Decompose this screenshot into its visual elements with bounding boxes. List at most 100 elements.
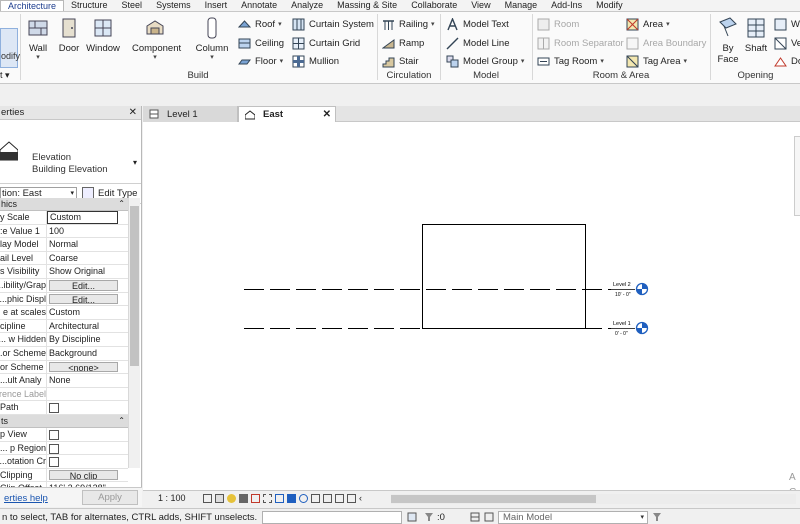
level-1-name[interactable]: Level 1 — [613, 321, 631, 327]
design-options-2-icon[interactable] — [484, 512, 494, 522]
properties-help-link[interactable]: erties help — [4, 493, 48, 504]
drawing-canvas[interactable]: Level 2 10' - 0" Level 1 0' - 0" A G — [143, 122, 800, 498]
ribbon-tab-modify[interactable]: Modify — [589, 0, 630, 11]
navigation-bar[interactable] — [794, 136, 800, 216]
properties-scrollbar[interactable] — [128, 198, 140, 468]
ribbon-tab-structure[interactable]: Structure — [64, 0, 115, 11]
view-scale[interactable]: 1 : 100 — [158, 493, 186, 503]
room-separator-button[interactable]: Room Separator — [537, 35, 624, 51]
area-button[interactable]: Area ▾ — [626, 16, 670, 32]
level-1-head-icon[interactable] — [635, 321, 649, 335]
sun-path-icon[interactable] — [227, 494, 236, 503]
model-text-button[interactable]: Model Text — [446, 16, 509, 32]
ribbon-tab-analyze[interactable]: Analyze — [284, 0, 330, 11]
tab-east[interactable]: East ✕ — [238, 106, 336, 122]
ribbon-tab-massing-site[interactable]: Massing & Site — [330, 0, 404, 11]
window-button[interactable]: Window — [81, 16, 125, 54]
model-line-button[interactable]: Model Line — [446, 35, 509, 51]
property-value[interactable] — [47, 442, 128, 455]
checkbox[interactable] — [49, 457, 59, 468]
ribbon-tab-steel[interactable]: Steel — [115, 0, 150, 11]
ribbon-tab-architecture[interactable]: Architecture — [0, 0, 65, 11]
room-button[interactable]: Room — [537, 16, 579, 32]
property-value[interactable]: No clip — [49, 469, 118, 481]
visual-style-icon[interactable] — [215, 494, 224, 503]
property-value[interactable]: Architectural — [47, 320, 128, 333]
mullion-button[interactable]: Mullion — [292, 53, 339, 69]
worksharing-display-icon[interactable] — [311, 494, 320, 503]
horizontal-scrollbar[interactable] — [391, 494, 796, 504]
analytical-model-icon[interactable] — [335, 494, 344, 503]
dormer-opening-button[interactable]: Do — [774, 53, 800, 69]
column-button[interactable]: Column ▾ — [190, 16, 234, 62]
roof-button[interactable]: Roof ▾ — [238, 16, 282, 32]
chevron-down-icon[interactable]: ▾ — [133, 158, 137, 167]
floor-button[interactable]: Floor ▾ — [238, 53, 283, 69]
select-dropdown[interactable]: t ▾ — [0, 70, 10, 81]
checkbox[interactable] — [49, 403, 59, 414]
area-boundary-button[interactable]: Area Boundary — [626, 35, 706, 51]
show-crop-region-icon[interactable] — [263, 494, 272, 503]
detail-level-icon[interactable] — [203, 494, 212, 503]
ribbon-tab-systems[interactable]: Systems — [149, 0, 198, 11]
property-value[interactable]: Normal — [47, 238, 128, 251]
collapse-icon[interactable]: ⌃ — [118, 198, 125, 210]
close-icon[interactable]: ✕ — [129, 106, 137, 120]
collapse-icon[interactable]: ⌃ — [118, 415, 125, 427]
ribbon-tab-view[interactable]: View — [464, 0, 497, 11]
design-options-icon[interactable] — [470, 512, 480, 522]
property-value[interactable]: By Discipline — [47, 333, 128, 346]
building-outline[interactable] — [422, 224, 586, 329]
filter-icon[interactable] — [424, 512, 434, 522]
crop-view-icon[interactable] — [251, 494, 260, 503]
reveal-constraints-icon[interactable] — [347, 494, 356, 503]
ceiling-button[interactable]: Ceiling — [238, 35, 284, 51]
editable-only-icon[interactable] — [407, 512, 417, 522]
tag-room-button[interactable]: Tag Room ▾ — [537, 53, 604, 69]
scroll-thumb[interactable] — [130, 206, 139, 366]
workset-dropdown[interactable] — [262, 511, 402, 524]
shadows-icon[interactable] — [239, 494, 248, 503]
curtain-grid-button[interactable]: Curtain Grid — [292, 35, 360, 51]
property-value[interactable]: Show Original — [47, 265, 128, 278]
scroll-thumb[interactable] — [391, 495, 596, 503]
level-2-name[interactable]: Level 2 — [613, 282, 631, 288]
property-value[interactable]: 100 — [47, 225, 128, 238]
reveal-hidden-icon[interactable] — [299, 494, 308, 503]
property-value[interactable]: Coarse — [47, 252, 128, 265]
checkbox[interactable] — [49, 443, 59, 454]
checkbox[interactable] — [49, 429, 59, 440]
property-value[interactable]: Edit... — [49, 279, 118, 291]
active-model-dropdown[interactable]: Main Model ▾ — [498, 511, 648, 524]
ribbon-tab-add-ins[interactable]: Add-Ins — [544, 0, 589, 11]
properties-section-header[interactable]: hics ⌃ — [0, 198, 128, 211]
railing-button[interactable]: Railing ▾ — [382, 16, 435, 32]
ribbon-tab-manage[interactable]: Manage — [498, 0, 545, 11]
property-value[interactable]: None — [47, 374, 128, 387]
stair-button[interactable]: Stair — [382, 53, 419, 69]
ribbon-tab-collaborate[interactable]: Collaborate — [404, 0, 464, 11]
vertical-opening-button[interactable]: Ve — [774, 35, 800, 51]
curtain-system-button[interactable]: Curtain System — [292, 16, 374, 32]
property-value[interactable] — [47, 455, 128, 468]
model-group-button[interactable]: Model Group ▾ — [446, 53, 524, 69]
level-2-elevation[interactable]: 10' - 0" — [615, 292, 631, 298]
apply-button[interactable]: Apply — [82, 490, 138, 505]
ribbon-tab-annotate[interactable]: Annotate — [234, 0, 284, 11]
shaft-button[interactable]: Shaft — [741, 16, 771, 54]
component-button[interactable]: Component ▾ — [132, 16, 181, 62]
property-value[interactable]: <none> — [49, 361, 118, 373]
ramp-button[interactable]: Ramp — [382, 35, 424, 51]
property-value[interactable]: Edit... — [49, 293, 118, 305]
filter-icon[interactable] — [652, 512, 662, 522]
by-face-button[interactable]: By Face — [712, 16, 744, 65]
tag-area-button[interactable]: Tag Area ▾ — [626, 53, 687, 69]
property-value[interactable]: Background — [47, 347, 128, 360]
temporary-properties-icon[interactable] — [323, 494, 332, 503]
collapse-arrow-icon[interactable]: ‹ — [359, 494, 368, 503]
property-value[interactable] — [47, 401, 128, 414]
level-1-elevation[interactable]: 0' - 0" — [615, 331, 628, 337]
property-value[interactable] — [47, 428, 128, 441]
level-2-head-icon[interactable] — [635, 282, 649, 296]
close-icon[interactable]: ✕ — [323, 107, 331, 122]
